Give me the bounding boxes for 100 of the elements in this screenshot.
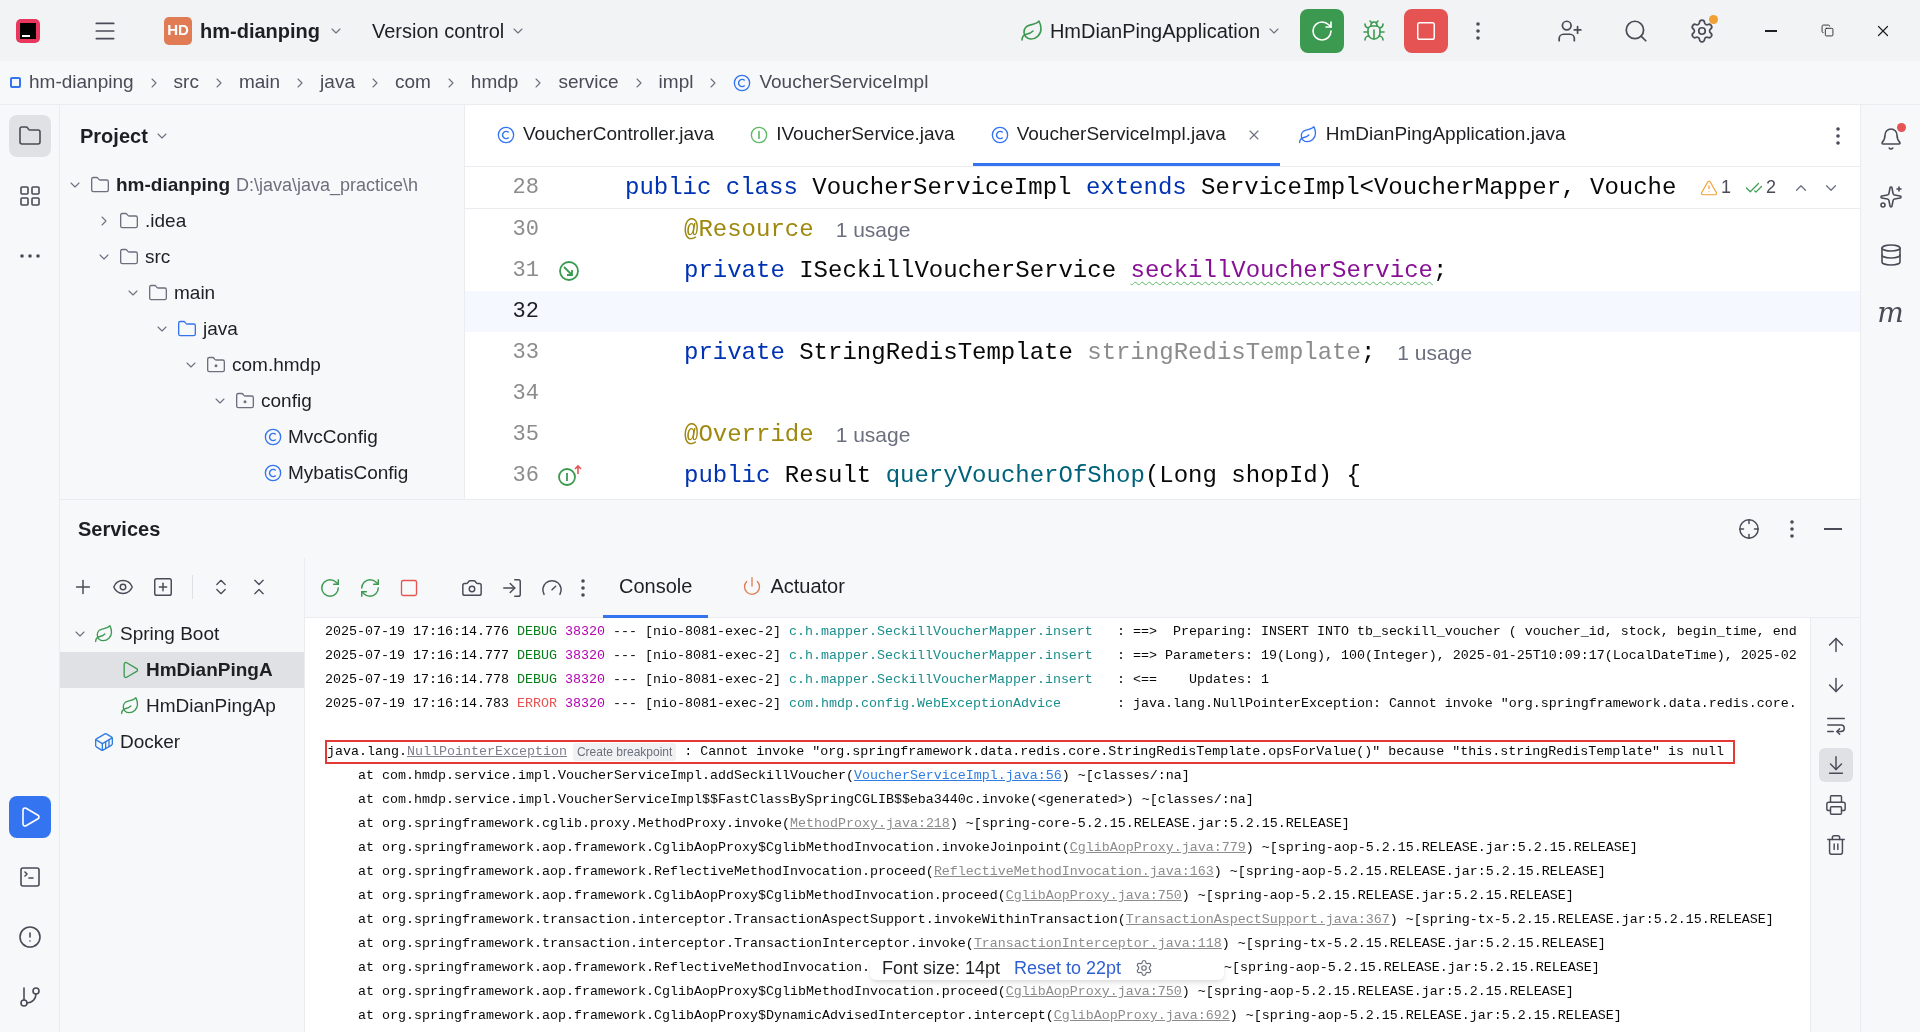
locate-button[interactable] bbox=[1738, 518, 1760, 540]
project-tree-item[interactable]: src bbox=[145, 242, 171, 272]
project-tree-item[interactable]: MvcConfig bbox=[288, 422, 378, 452]
project-tree-item[interactable]: hm-dianping bbox=[116, 170, 230, 200]
thread-name: --- [nio-8081-exec-2] bbox=[612, 647, 781, 665]
services-tool-button[interactable] bbox=[8, 796, 51, 838]
module-path: D:\java\java_practice\h bbox=[236, 173, 419, 198]
breadcrumb-item[interactable]: java bbox=[320, 68, 355, 97]
logger-name[interactable]: c.h.mapper.SeckillVoucherMapper.insert bbox=[788, 648, 1093, 663]
breadcrumb-item[interactable]: hm-dianping bbox=[29, 68, 134, 97]
source-link[interactable]: MethodProxy.java:218 bbox=[789, 816, 950, 831]
editor-tab[interactable]: IVoucherService.java bbox=[732, 106, 973, 166]
more-icon bbox=[19, 254, 40, 258]
services-tree-item[interactable]: Spring Boot bbox=[120, 619, 220, 649]
log-message: : ==> Preparing: INSERT INTO tb_seckill_voucher ( voucher_id, stock, begin_time, end bbox=[1116, 623, 1797, 641]
warning-count[interactable]: 1 bbox=[1720, 174, 1731, 201]
kebab-icon bbox=[1476, 21, 1480, 40]
project-tree-item[interactable]: config bbox=[261, 386, 312, 416]
implements-method-icon[interactable] bbox=[557, 463, 583, 488]
settings-icon bbox=[1689, 17, 1715, 44]
minimize-icon bbox=[1765, 29, 1777, 32]
stop-icon[interactable] bbox=[399, 577, 419, 598]
line-number: 35 bbox=[511, 421, 540, 449]
project-tree-item[interactable]: main bbox=[174, 278, 216, 308]
restart-icon[interactable] bbox=[359, 576, 381, 599]
selected-row-highlight[interactable]: HmDianPingA bbox=[60, 652, 304, 688]
exception-link[interactable]: NullPointerException bbox=[407, 744, 567, 759]
project-icon bbox=[17, 124, 42, 148]
bean-injection-icon[interactable] bbox=[557, 258, 581, 283]
stop-icon bbox=[1415, 19, 1437, 42]
services-tree-item[interactable]: HmDianPingAp bbox=[146, 691, 276, 721]
app-logo[interactable] bbox=[14, 16, 42, 45]
editor-tab[interactable]: VoucherController.java bbox=[479, 106, 733, 166]
line-number: 33 bbox=[511, 339, 540, 367]
project-tree-item[interactable]: com.hmdp bbox=[232, 350, 321, 380]
restore-icon bbox=[1820, 24, 1834, 37]
rerun-icon[interactable] bbox=[319, 576, 341, 599]
panel-title[interactable]: Project bbox=[80, 121, 148, 151]
exit-icon[interactable] bbox=[501, 576, 523, 599]
minimize-icon bbox=[1824, 528, 1842, 530]
source-link[interactable]: ReflectiveMethodInvocation.java:163 bbox=[933, 864, 1214, 879]
create-breakpoint-button[interactable]: Create breakpoint bbox=[572, 743, 677, 761]
folder-icon bbox=[119, 247, 139, 267]
kebab-icon bbox=[1790, 520, 1794, 538]
services-tree-item[interactable]: Docker bbox=[120, 727, 181, 757]
class-icon bbox=[733, 73, 752, 92]
passed-count[interactable]: 2 bbox=[1766, 174, 1776, 201]
log-level: DEBUG bbox=[516, 671, 557, 689]
stack-frame: at org.springframework.aop.framework.CglibAopProxy$CglibMethodInvocation.invokeJoinpoint(CglibAopProxy.java:779) ~[spring-aop-5.2.15.RELEASE.jar:5.2.15.RELEASE] bbox=[358, 838, 1638, 858]
breadcrumb-item[interactable]: hmdp bbox=[470, 68, 519, 97]
source-link[interactable]: VoucherServiceImpl.java:56 bbox=[853, 768, 1062, 783]
code-text: public Result queryVoucherOfShop(Long shopId) { bbox=[684, 460, 1361, 491]
breadcrumb-item[interactable]: main bbox=[238, 68, 281, 97]
process-id: 38320 bbox=[564, 671, 605, 689]
line-number: 30 bbox=[511, 216, 540, 244]
project-tool-button[interactable] bbox=[8, 115, 51, 157]
new-tab-icon[interactable] bbox=[152, 576, 174, 598]
project-tree-item[interactable]: .idea bbox=[145, 206, 187, 236]
editor-tab[interactable]: VoucherServiceImpl.java bbox=[972, 106, 1280, 166]
stack-frame: at org.springframework.aop.framework.CglibAopProxy$CglibMethodInvocation.proceed(CglibAopProxy.java:750) ~[spring-aop-5.2.15.RELEASE.jar:5.2.15.RELEASE] bbox=[358, 982, 1574, 1002]
settings-icon[interactable] bbox=[1135, 959, 1154, 977]
more-icon[interactable] bbox=[581, 578, 585, 597]
logger-name[interactable]: c.h.mapper.SeckillVoucherMapper.insert bbox=[788, 672, 1093, 687]
project-switcher[interactable]: HD hm-dianping bbox=[158, 11, 350, 50]
breadcrumb-item[interactable]: service bbox=[558, 68, 619, 97]
logger-name[interactable]: c.h.mapper.SeckillVoucherMapper.insert bbox=[788, 624, 1093, 639]
editor-tab[interactable]: HmDianPingApplication.java bbox=[1279, 106, 1584, 166]
rerun-button[interactable] bbox=[1300, 8, 1344, 53]
version-control-menu[interactable]: Version control bbox=[372, 15, 527, 46]
run-configuration-selector[interactable]: HmDianPingApplication bbox=[1019, 15, 1282, 46]
log-message: : ==> Parameters: 19(Long), 100(Integer), 2025-01-25T10:09:17(LocalDateTime), 2025-02 bbox=[1116, 647, 1797, 665]
console-tab[interactable]: Actuator bbox=[726, 557, 861, 618]
code-text: @Override bbox=[684, 419, 814, 450]
thread-name: --- [nio-8081-exec-2] bbox=[612, 671, 781, 689]
stop-button[interactable] bbox=[1404, 8, 1448, 53]
logger-name[interactable]: com.hmdp.config.WebExceptionAdvice bbox=[788, 696, 1061, 711]
thread-name: --- [nio-8081-exec-2] bbox=[612, 623, 781, 641]
leaf-icon bbox=[1019, 18, 1044, 43]
stack-frame: at org.springframework.aop.framework.ReflectiveMethodInvocation. bbox=[358, 958, 870, 978]
scroll-to-end-button[interactable] bbox=[1818, 748, 1853, 782]
kebab-icon bbox=[1836, 127, 1840, 145]
container-icon bbox=[94, 732, 114, 752]
usage-hint[interactable]: 1 usage bbox=[835, 418, 911, 451]
breadcrumb-item[interactable]: com bbox=[394, 68, 431, 97]
reset-font-link[interactable]: Reset to 22pt bbox=[1013, 954, 1122, 982]
project-tree-item[interactable]: MybatisConfig bbox=[288, 458, 409, 488]
project-tree-item[interactable]: java bbox=[203, 314, 238, 344]
printer-icon bbox=[1824, 794, 1847, 816]
thread-name: --- [nio-8081-exec-2] bbox=[612, 695, 781, 713]
usage-hint[interactable]: 1 usage bbox=[835, 213, 911, 246]
breadcrumb-item[interactable]: VoucherServiceImpl bbox=[759, 68, 929, 97]
code-text: public class VoucherServiceImpl extends ServiceImpl<VoucherMapper, Vouche bbox=[625, 172, 1677, 203]
terminal-icon bbox=[17, 865, 42, 889]
services-tree-item[interactable]: HmDianPingA bbox=[146, 655, 273, 685]
usage-hint[interactable]: 1 usage bbox=[1397, 336, 1473, 369]
breadcrumb-item[interactable]: impl bbox=[658, 68, 694, 97]
breadcrumb-item[interactable]: src bbox=[173, 68, 199, 97]
mybatis-tool-button[interactable]: m bbox=[1870, 293, 1911, 333]
console-tab[interactable]: Console bbox=[603, 557, 709, 618]
leaf-icon bbox=[94, 624, 114, 644]
